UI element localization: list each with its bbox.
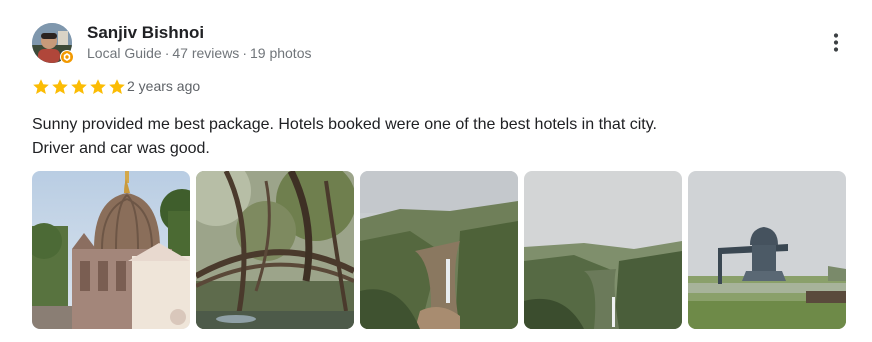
shiva-statue-photo[interactable] [688, 171, 846, 329]
temple-dome-photo[interactable] [32, 171, 190, 329]
reviewer-name[interactable]: Sanjiv Bishnoi [87, 23, 204, 43]
more-options-button[interactable] [824, 30, 848, 54]
local-guide-label: Local Guide [87, 45, 162, 61]
meta-separator: · [242, 45, 247, 61]
review-text-line: Driver and car was good. [32, 140, 210, 157]
photo-count: 19 photos [249, 45, 312, 61]
reviewer-meta: Local Guide · 47 reviews · 19 photos [87, 45, 311, 61]
star-icon [89, 78, 107, 96]
waterfall-gorge-photo[interactable] [360, 171, 518, 329]
star-icon [108, 78, 126, 96]
review-text: Sunny provided me best package. Hotels b… [32, 113, 852, 161]
star-icon [70, 78, 88, 96]
star-icon [32, 78, 50, 96]
more-vert-icon [833, 33, 839, 52]
star-rating [32, 78, 126, 96]
review-text-line: Sunny provided me best package. Hotels b… [32, 116, 657, 133]
local-guide-badge-icon [60, 50, 74, 64]
review-card: Sanjiv Bishnoi Local Guide · 47 reviews · 19… [0, 0, 872, 342]
valley-waterfall-photo[interactable] [524, 171, 682, 329]
star-icon [51, 78, 69, 96]
review-count: 47 reviews [172, 45, 240, 61]
review-date: 2 years ago [127, 78, 201, 94]
meta-separator: · [164, 45, 170, 61]
living-root-bridge-photo[interactable] [196, 171, 354, 329]
